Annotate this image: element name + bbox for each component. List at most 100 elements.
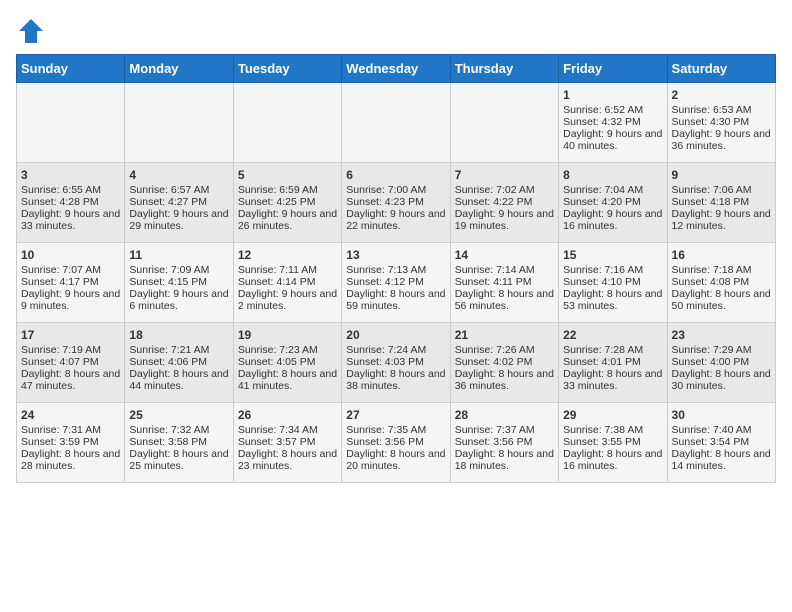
day-info: Sunrise: 7:04 AM bbox=[563, 184, 662, 196]
day-info: Sunset: 4:20 PM bbox=[563, 196, 662, 208]
header-sunday: Sunday bbox=[17, 55, 125, 83]
day-number: 13 bbox=[346, 248, 445, 262]
calendar-cell: 14Sunrise: 7:14 AMSunset: 4:11 PMDayligh… bbox=[450, 243, 558, 323]
calendar-cell: 19Sunrise: 7:23 AMSunset: 4:05 PMDayligh… bbox=[233, 323, 341, 403]
day-info: Daylight: 8 hours and 38 minutes. bbox=[346, 368, 445, 392]
day-info: Sunrise: 6:53 AM bbox=[672, 104, 771, 116]
day-info: Daylight: 8 hours and 18 minutes. bbox=[455, 448, 554, 472]
logo bbox=[16, 16, 50, 46]
day-info: Sunrise: 7:23 AM bbox=[238, 344, 337, 356]
day-number: 11 bbox=[129, 248, 228, 262]
day-info: Daylight: 9 hours and 19 minutes. bbox=[455, 208, 554, 232]
day-info: Sunset: 4:15 PM bbox=[129, 276, 228, 288]
calendar-week-row: 3Sunrise: 6:55 AMSunset: 4:28 PMDaylight… bbox=[17, 163, 776, 243]
day-number: 27 bbox=[346, 408, 445, 422]
day-number: 4 bbox=[129, 168, 228, 182]
day-info: Sunrise: 7:34 AM bbox=[238, 424, 337, 436]
day-number: 20 bbox=[346, 328, 445, 342]
calendar-cell: 6Sunrise: 7:00 AMSunset: 4:23 PMDaylight… bbox=[342, 163, 450, 243]
calendar-cell: 11Sunrise: 7:09 AMSunset: 4:15 PMDayligh… bbox=[125, 243, 233, 323]
calendar-cell: 16Sunrise: 7:18 AMSunset: 4:08 PMDayligh… bbox=[667, 243, 775, 323]
calendar-cell bbox=[342, 83, 450, 163]
day-number: 25 bbox=[129, 408, 228, 422]
day-info: Sunset: 4:14 PM bbox=[238, 276, 337, 288]
header-wednesday: Wednesday bbox=[342, 55, 450, 83]
day-number: 29 bbox=[563, 408, 662, 422]
day-info: Daylight: 9 hours and 6 minutes. bbox=[129, 288, 228, 312]
day-info: Sunset: 4:12 PM bbox=[346, 276, 445, 288]
day-number: 7 bbox=[455, 168, 554, 182]
day-number: 9 bbox=[672, 168, 771, 182]
header-tuesday: Tuesday bbox=[233, 55, 341, 83]
day-number: 15 bbox=[563, 248, 662, 262]
calendar-cell: 24Sunrise: 7:31 AMSunset: 3:59 PMDayligh… bbox=[17, 403, 125, 483]
day-number: 8 bbox=[563, 168, 662, 182]
day-info: Sunset: 3:54 PM bbox=[672, 436, 771, 448]
header-thursday: Thursday bbox=[450, 55, 558, 83]
day-info: Sunrise: 7:29 AM bbox=[672, 344, 771, 356]
day-info: Daylight: 8 hours and 16 minutes. bbox=[563, 448, 662, 472]
day-info: Sunrise: 6:55 AM bbox=[21, 184, 120, 196]
day-number: 24 bbox=[21, 408, 120, 422]
day-info: Sunrise: 7:37 AM bbox=[455, 424, 554, 436]
day-info: Sunset: 4:17 PM bbox=[21, 276, 120, 288]
day-info: Sunrise: 6:57 AM bbox=[129, 184, 228, 196]
header-saturday: Saturday bbox=[667, 55, 775, 83]
day-number: 3 bbox=[21, 168, 120, 182]
day-info: Sunrise: 7:18 AM bbox=[672, 264, 771, 276]
day-number: 17 bbox=[21, 328, 120, 342]
calendar-cell: 8Sunrise: 7:04 AMSunset: 4:20 PMDaylight… bbox=[559, 163, 667, 243]
day-info: Daylight: 8 hours and 50 minutes. bbox=[672, 288, 771, 312]
calendar-cell: 29Sunrise: 7:38 AMSunset: 3:55 PMDayligh… bbox=[559, 403, 667, 483]
day-info: Daylight: 8 hours and 56 minutes. bbox=[455, 288, 554, 312]
day-info: Daylight: 8 hours and 44 minutes. bbox=[129, 368, 228, 392]
day-info: Sunrise: 7:32 AM bbox=[129, 424, 228, 436]
day-info: Daylight: 9 hours and 9 minutes. bbox=[21, 288, 120, 312]
day-info: Sunset: 4:25 PM bbox=[238, 196, 337, 208]
calendar-cell: 1Sunrise: 6:52 AMSunset: 4:32 PMDaylight… bbox=[559, 83, 667, 163]
day-number: 10 bbox=[21, 248, 120, 262]
day-info: Sunrise: 7:06 AM bbox=[672, 184, 771, 196]
calendar-cell: 9Sunrise: 7:06 AMSunset: 4:18 PMDaylight… bbox=[667, 163, 775, 243]
day-info: Sunrise: 7:19 AM bbox=[21, 344, 120, 356]
day-number: 21 bbox=[455, 328, 554, 342]
day-info: Daylight: 8 hours and 41 minutes. bbox=[238, 368, 337, 392]
day-info: Sunset: 4:11 PM bbox=[455, 276, 554, 288]
day-info: Daylight: 9 hours and 40 minutes. bbox=[563, 128, 662, 152]
calendar-cell: 17Sunrise: 7:19 AMSunset: 4:07 PMDayligh… bbox=[17, 323, 125, 403]
day-info: Sunset: 4:30 PM bbox=[672, 116, 771, 128]
day-number: 22 bbox=[563, 328, 662, 342]
day-info: Sunrise: 7:21 AM bbox=[129, 344, 228, 356]
day-info: Daylight: 9 hours and 29 minutes. bbox=[129, 208, 228, 232]
day-info: Sunset: 4:02 PM bbox=[455, 356, 554, 368]
day-number: 2 bbox=[672, 88, 771, 102]
day-info: Sunrise: 7:38 AM bbox=[563, 424, 662, 436]
day-info: Sunrise: 7:13 AM bbox=[346, 264, 445, 276]
day-info: Sunset: 4:03 PM bbox=[346, 356, 445, 368]
calendar-cell: 27Sunrise: 7:35 AMSunset: 3:56 PMDayligh… bbox=[342, 403, 450, 483]
calendar-cell: 10Sunrise: 7:07 AMSunset: 4:17 PMDayligh… bbox=[17, 243, 125, 323]
day-info: Sunrise: 7:24 AM bbox=[346, 344, 445, 356]
calendar-cell bbox=[233, 83, 341, 163]
day-info: Sunset: 4:10 PM bbox=[563, 276, 662, 288]
day-info: Sunrise: 7:11 AM bbox=[238, 264, 337, 276]
calendar-cell: 28Sunrise: 7:37 AMSunset: 3:56 PMDayligh… bbox=[450, 403, 558, 483]
calendar-cell: 13Sunrise: 7:13 AMSunset: 4:12 PMDayligh… bbox=[342, 243, 450, 323]
calendar-cell bbox=[17, 83, 125, 163]
day-info: Sunset: 4:32 PM bbox=[563, 116, 662, 128]
day-info: Sunset: 4:22 PM bbox=[455, 196, 554, 208]
day-info: Daylight: 8 hours and 47 minutes. bbox=[21, 368, 120, 392]
calendar-cell bbox=[450, 83, 558, 163]
day-info: Sunset: 4:00 PM bbox=[672, 356, 771, 368]
calendar-cell: 15Sunrise: 7:16 AMSunset: 4:10 PMDayligh… bbox=[559, 243, 667, 323]
day-info: Daylight: 9 hours and 2 minutes. bbox=[238, 288, 337, 312]
logo-icon bbox=[16, 16, 46, 46]
day-number: 16 bbox=[672, 248, 771, 262]
calendar-cell: 26Sunrise: 7:34 AMSunset: 3:57 PMDayligh… bbox=[233, 403, 341, 483]
day-info: Sunset: 3:56 PM bbox=[455, 436, 554, 448]
day-info: Sunrise: 7:31 AM bbox=[21, 424, 120, 436]
calendar-cell: 4 Sunrise: 6:57 AMSunset: 4:27 PMDaylight… bbox=[125, 163, 233, 243]
day-info: Sunset: 4:27 PM bbox=[129, 196, 228, 208]
day-info: Sunrise: 7:26 AM bbox=[455, 344, 554, 356]
day-info: Sunrise: 7:02 AM bbox=[455, 184, 554, 196]
